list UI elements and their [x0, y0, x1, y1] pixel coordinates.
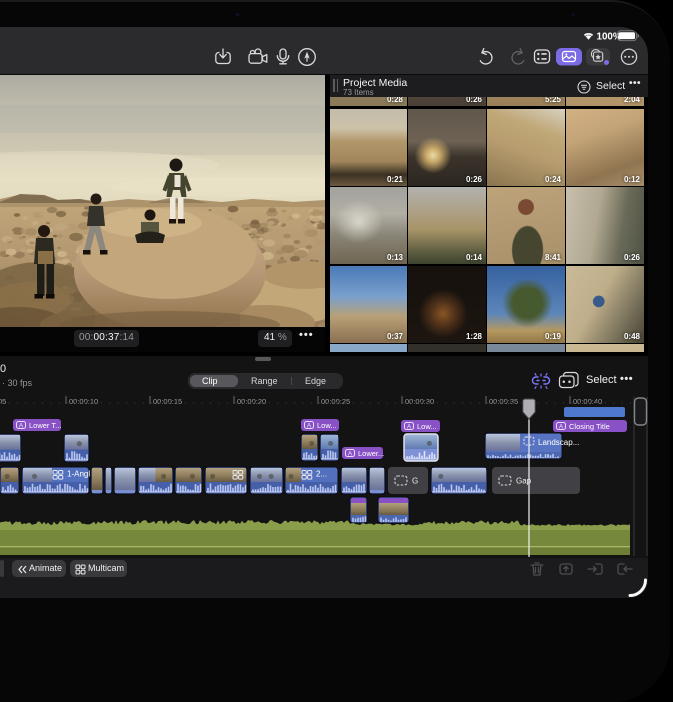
svg-text:A: A [559, 423, 564, 430]
svg-text:00:00:40: 00:00:40 [573, 397, 602, 406]
svg-text:A: A [307, 422, 312, 429]
svg-text:00:00:25: 00:00:25 [321, 397, 350, 406]
svg-text:00:00:15: 00:00:15 [153, 397, 182, 406]
svg-text:2...: 2... [316, 470, 327, 479]
svg-text:Closing Title: Closing Title [569, 422, 610, 431]
svg-text:Low...: Low... [317, 421, 337, 430]
svg-text:05: 05 [0, 397, 6, 406]
svg-text:A: A [407, 423, 412, 430]
svg-text:Lower...: Lower... [358, 449, 384, 458]
svg-text:00:00:10: 00:00:10 [69, 397, 98, 406]
svg-text:00:00:35: 00:00:35 [489, 397, 518, 406]
svg-text:Low...: Low... [417, 422, 437, 431]
svg-text:Lower T...: Lower T... [29, 421, 61, 430]
svg-text:00:00:20: 00:00:20 [237, 397, 266, 406]
svg-text:A: A [348, 450, 353, 457]
svg-text:00:00:30: 00:00:30 [405, 397, 434, 406]
svg-text:100%: 100% [597, 31, 622, 42]
svg-text:Landscap...: Landscap... [538, 438, 579, 447]
svg-text:G: G [412, 477, 418, 486]
svg-text:A: A [19, 422, 24, 429]
